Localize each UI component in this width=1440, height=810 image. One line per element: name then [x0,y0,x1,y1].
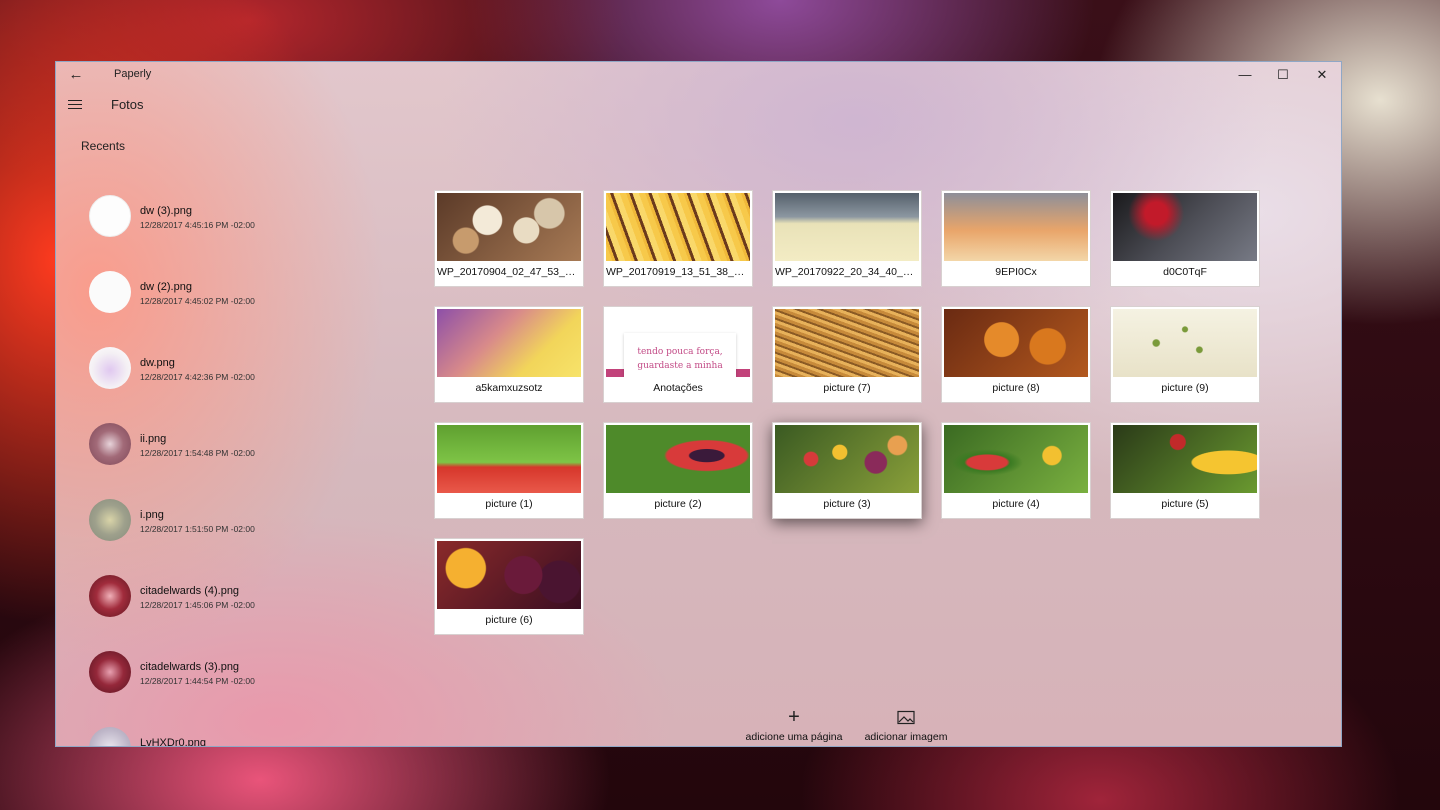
photo-label: picture (9) [1161,382,1209,394]
recent-item[interactable]: dw (2).png 12/28/2017 4:45:02 PM -02:00 [89,271,419,347]
photo-tile[interactable]: picture (2) [603,422,753,519]
photo-thumbnail [1113,193,1257,261]
photo-thumbnail [944,309,1088,377]
photo-label: a5kamxuzsotz [475,382,543,394]
recent-item[interactable]: LvHXDr0.png [89,727,419,747]
photo-thumbnail [944,425,1088,493]
recent-date: 12/28/2017 1:45:06 PM -02:00 [140,600,255,610]
recent-name: citadelwards (4).png [140,585,240,597]
photo-tile[interactable]: picture (5) [1110,422,1260,519]
add-image-button[interactable]: adicionar imagem [856,707,956,743]
recent-item[interactable]: citadelwards (4).png 12/28/2017 1:45:06 … [89,575,419,651]
maximize-button[interactable]: ☐ [1264,62,1302,88]
photo-tile[interactable]: tendo pouca força, guardaste a minha Ano… [603,306,753,403]
recent-thumbnail [89,499,131,541]
photo-label: picture (2) [654,498,702,510]
recent-date: 12/28/2017 4:42:36 PM -02:00 [140,372,255,382]
recent-name: dw (2).png [140,281,192,293]
recents-heading: Recents [81,139,126,153]
hamburger-menu-icon[interactable] [68,97,82,111]
photo-tile[interactable]: WP_20170922_20_34_40_Pro_LI [772,190,922,287]
recent-item[interactable]: ii.png 12/28/2017 1:54:48 PM -02:00 [89,423,419,499]
app-title: Paperly [114,68,152,80]
recent-thumbnail [89,423,131,465]
photo-thumbnail [1113,309,1257,377]
photo-thumbnail [1113,425,1257,493]
recent-date: 12/28/2017 4:45:02 PM -02:00 [140,296,255,306]
photo-tile[interactable]: picture (1) [434,422,584,519]
photo-thumbnail [775,193,919,261]
photo-tile[interactable]: picture (4) [941,422,1091,519]
photo-tile[interactable]: 9EPI0Cx [941,190,1091,287]
minimize-button[interactable]: — [1226,62,1264,88]
photo-label: Anotações [653,382,703,394]
photo-thumbnail [606,425,750,493]
photo-label: picture (8) [992,382,1040,394]
photo-thumbnail [775,425,919,493]
recent-thumbnail [89,575,131,617]
recent-item[interactable]: dw.png 12/28/2017 4:42:36 PM -02:00 [89,347,419,423]
photo-label: picture (1) [485,498,533,510]
photo-thumbnail [437,425,581,493]
photo-label: WP_20170919_13_51_38_Raw_LI [606,266,752,278]
recent-item[interactable]: citadelwards (3).png 12/28/2017 1:44:54 … [89,651,419,727]
add-image-label: adicionar imagem [864,731,948,743]
photo-thumbnail: tendo pouca força, guardaste a minha [606,309,750,377]
photo-label: picture (3) [823,498,871,510]
page-title: Fotos [111,97,144,112]
photo-label: WP_20170904_02_47_53_Rich_LI [437,266,583,278]
photo-thumbnail [775,309,919,377]
photo-label: WP_20170922_20_34_40_Pro_LI [775,266,921,278]
title-bar[interactable]: ← Paperly — ☐ ✕ [56,62,1341,88]
recent-name: ii.png [140,433,167,445]
photo-tile[interactable]: picture (8) [941,306,1091,403]
recent-thumbnail [89,195,131,237]
photo-tile[interactable]: WP_20170919_13_51_38_Raw_LI [603,190,753,287]
photo-tile[interactable]: a5kamxuzsotz [434,306,584,403]
recent-name: i.png [140,509,164,521]
photo-thumbnail [437,309,581,377]
photo-label: 9EPI0Cx [995,266,1037,278]
recent-name: citadelwards (3).png [140,661,240,673]
recent-thumbnail [89,651,131,693]
photo-tile[interactable]: picture (9) [1110,306,1260,403]
add-page-label: adicione uma página [745,731,843,743]
photo-label: picture (6) [485,614,533,626]
recent-date: 12/28/2017 1:44:54 PM -02:00 [140,676,255,686]
recent-item[interactable]: dw (3).png 12/28/2017 4:45:16 PM -02:00 [89,195,419,271]
recent-thumbnail [89,727,131,746]
recent-name: dw.png [140,357,175,369]
recent-date: 12/28/2017 4:45:16 PM -02:00 [140,220,255,230]
recent-name: LvHXDr0.png [140,737,207,747]
plus-icon: + [788,706,800,728]
recent-date: 12/28/2017 1:51:50 PM -02:00 [140,524,255,534]
photo-thumbnail [606,193,750,261]
photo-tile[interactable]: picture (3) [772,422,922,519]
recent-list: dw (3).png 12/28/2017 4:45:16 PM -02:00 … [89,195,419,747]
photo-tile[interactable]: WP_20170904_02_47_53_Rich_LI [434,190,584,287]
photo-tile[interactable]: picture (6) [434,538,584,635]
photo-thumbnail [944,193,1088,261]
back-arrow-icon[interactable]: ← [66,66,86,84]
close-button[interactable]: ✕ [1303,62,1341,88]
photo-thumbnail [437,541,581,609]
add-page-button[interactable]: + adicione uma página [742,707,846,743]
photo-label: picture (5) [1161,498,1209,510]
recent-thumbnail [89,271,131,313]
note-card: tendo pouca força, guardaste a minha [624,333,736,377]
photo-tile[interactable]: picture (7) [772,306,922,403]
photo-label: d0C0TqF [1163,266,1207,278]
image-icon [856,707,956,727]
photo-thumbnail [437,193,581,261]
photo-label: picture (4) [992,498,1040,510]
recent-date: 12/28/2017 1:54:48 PM -02:00 [140,448,255,458]
recent-thumbnail [89,347,131,389]
recent-name: dw (3).png [140,205,192,217]
recent-item[interactable]: i.png 12/28/2017 1:51:50 PM -02:00 [89,499,419,575]
app-window: ← Paperly — ☐ ✕ Fotos Recents dw (3).png… [55,61,1342,747]
photo-label: picture (7) [823,382,871,394]
photo-tile[interactable]: d0C0TqF [1110,190,1260,287]
